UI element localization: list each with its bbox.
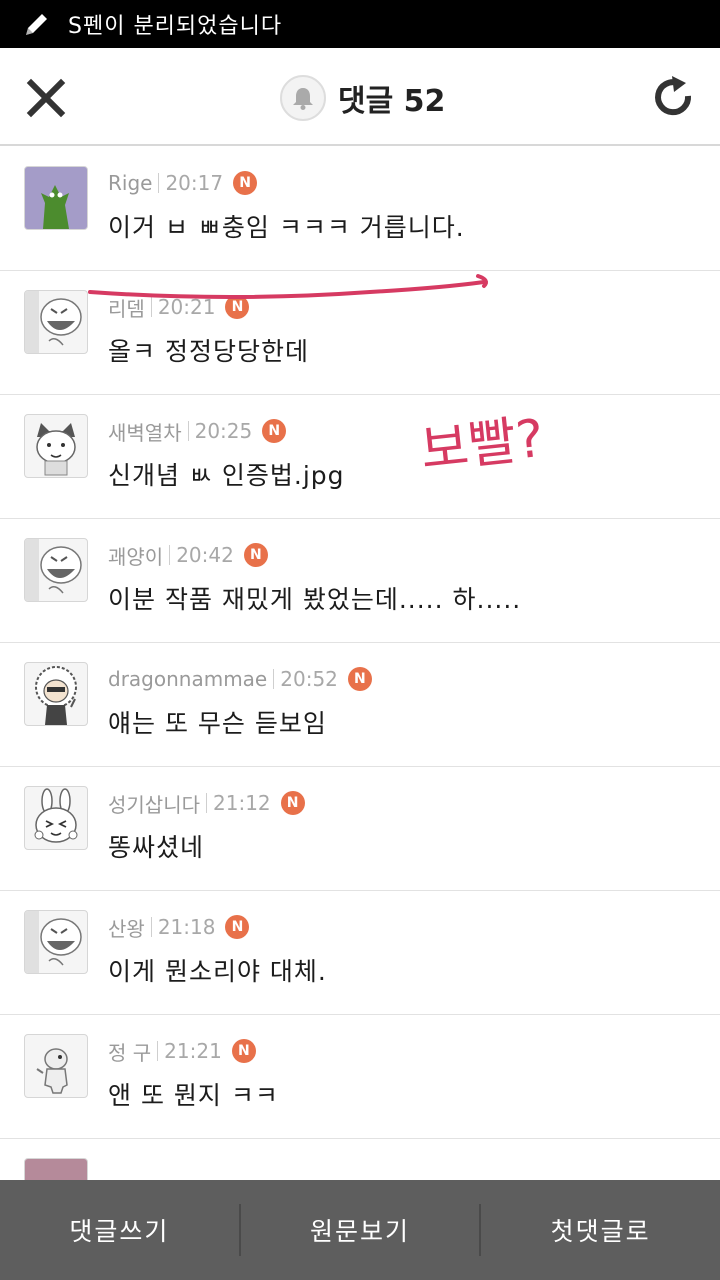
new-badge: N xyxy=(347,667,372,691)
rabbit-icon xyxy=(34,788,78,843)
comment-text: 이게 뭔소리야 대체. xyxy=(108,957,327,986)
small-figure-icon xyxy=(36,1048,68,1094)
afro-character-icon xyxy=(35,666,77,725)
timestamp: 21:21 xyxy=(164,1039,222,1063)
write-comment-button[interactable]: 댓글쓰기 xyxy=(0,1180,239,1280)
timestamp: 21:18 xyxy=(157,915,216,939)
comment-text: 똥싸셨네 xyxy=(108,833,205,862)
comment-row: 산왕 21:18 N 이게 뭔소리야 대체. xyxy=(0,890,720,1015)
laughing-face-icon xyxy=(25,911,82,973)
status-text: S펜이 분리되었습니다 xyxy=(68,14,283,39)
comment-text: 올ㅋ 정정당당한데 xyxy=(108,337,309,366)
refresh-button[interactable] xyxy=(646,70,702,126)
divider xyxy=(157,1041,159,1061)
laughing-face-icon xyxy=(25,291,82,353)
divider xyxy=(150,917,152,937)
comment-row: Rige 20:17 N 이거 ㅂ ㅃ충임 ㅋㅋㅋ 거릅니다. xyxy=(0,146,720,271)
username[interactable]: 정 구 xyxy=(108,1037,151,1066)
comment-text: 신개념 ㅄ 인증법.jpg xyxy=(108,461,345,490)
bell-icon xyxy=(293,88,313,110)
close-icon xyxy=(26,78,66,118)
new-badge: N xyxy=(233,171,258,195)
cat-character-icon xyxy=(36,423,76,476)
avatar[interactable] xyxy=(24,786,88,850)
avatar[interactable] xyxy=(24,166,88,230)
header: 댓글 52 xyxy=(0,48,720,146)
username[interactable]: dragonnammae xyxy=(108,667,267,691)
divider xyxy=(187,421,189,441)
comment-row: 리뎀 20:21 N 올ㅋ 정정당당한데 xyxy=(0,270,720,395)
username[interactable]: Rige xyxy=(108,171,152,195)
comment-row: dragonnammae 20:52 N 얘는 또 무슨 듣보임 xyxy=(0,642,720,767)
comment-meta: Rige 20:17 N xyxy=(108,168,258,198)
comment-meta: 리뎀 20:21 N xyxy=(108,292,250,322)
new-badge: N xyxy=(243,543,268,567)
comment-row: 괘양이 20:42 N 이분 작품 재밌게 봤었는데..... 하..... xyxy=(0,518,720,643)
comment-meta: 산왕 21:18 N xyxy=(108,912,250,942)
new-badge: N xyxy=(225,915,250,939)
status-bar: S펜이 분리되었습니다 xyxy=(0,0,720,48)
comment-row-partial xyxy=(0,1138,720,1180)
avatar[interactable] xyxy=(24,910,88,974)
comment-row: 성기삽니다 21:12 N 똥싸셨네 xyxy=(0,766,720,891)
comment-meta: 괘양이 20:42 N xyxy=(108,540,268,570)
username[interactable]: 새벽열차 xyxy=(108,417,182,446)
handwritten-annotation: 보빨? xyxy=(417,408,547,482)
timestamp: 20:25 xyxy=(194,419,253,443)
username[interactable]: 산왕 xyxy=(108,913,145,942)
avatar[interactable] xyxy=(24,1034,88,1098)
new-badge: N xyxy=(262,419,287,443)
pen-icon xyxy=(26,14,47,35)
comment-row: 정 구 21:21 N 앤 또 뭔지 ㅋㅋ xyxy=(0,1014,720,1139)
comment-meta: dragonnammae 20:52 N xyxy=(108,664,372,694)
divider xyxy=(158,173,160,193)
divider xyxy=(206,793,207,813)
comment-meta: 새벽열차 20:25 N xyxy=(108,416,287,446)
header-title-group: 댓글 52 xyxy=(280,75,446,121)
username[interactable]: 리뎀 xyxy=(108,293,145,322)
new-badge: N xyxy=(280,791,305,815)
refresh-icon xyxy=(655,76,692,116)
page-title: 댓글 52 xyxy=(338,84,446,119)
bottom-action-bar: 댓글쓰기 원문보기 첫댓글로 xyxy=(0,1180,720,1280)
timestamp: 20:21 xyxy=(157,295,216,319)
avatar[interactable] xyxy=(24,538,88,602)
laughing-face-icon xyxy=(25,539,82,601)
timestamp: 21:12 xyxy=(213,791,271,815)
new-badge: N xyxy=(231,1039,256,1063)
avatar[interactable] xyxy=(24,290,88,354)
comment-text: 이분 작품 재밌게 봤었는데..... 하..... xyxy=(108,585,522,614)
username[interactable]: 괘양이 xyxy=(108,541,163,570)
comment-meta: 정 구 21:21 N xyxy=(108,1036,256,1066)
close-button[interactable] xyxy=(18,70,74,126)
green-creature-avatar-icon xyxy=(25,167,87,229)
notification-toggle[interactable] xyxy=(280,75,326,121)
avatar[interactable] xyxy=(24,414,88,478)
view-original-button[interactable]: 원문보기 xyxy=(241,1180,480,1280)
divider xyxy=(273,669,275,689)
first-comment-button[interactable]: 첫댓글로 xyxy=(481,1180,720,1280)
timestamp: 20:17 xyxy=(165,171,224,195)
new-badge: N xyxy=(225,295,250,319)
comment-text: 얘는 또 무슨 듣보임 xyxy=(108,709,327,738)
comment-list[interactable]: Rige 20:17 N 이거 ㅂ ㅃ충임 ㅋㅋㅋ 거릅니다. 리뎀 20:21… xyxy=(0,146,720,1180)
avatar[interactable] xyxy=(24,1158,88,1180)
comment-text: 앤 또 뭔지 ㅋㅋ xyxy=(108,1081,279,1110)
comment-meta: 성기삽니다 21:12 N xyxy=(108,788,305,818)
timestamp: 20:52 xyxy=(280,667,338,691)
comment-text: 이거 ㅂ ㅃ충임 ㅋㅋㅋ 거릅니다. xyxy=(108,213,465,242)
comment-row: 새벽열차 20:25 N 신개념 ㅄ 인증법.jpg xyxy=(0,394,720,519)
timestamp: 20:42 xyxy=(176,543,234,567)
username[interactable]: 성기삽니다 xyxy=(108,789,200,818)
divider xyxy=(169,545,171,565)
divider xyxy=(150,297,152,317)
avatar[interactable] xyxy=(24,662,88,726)
